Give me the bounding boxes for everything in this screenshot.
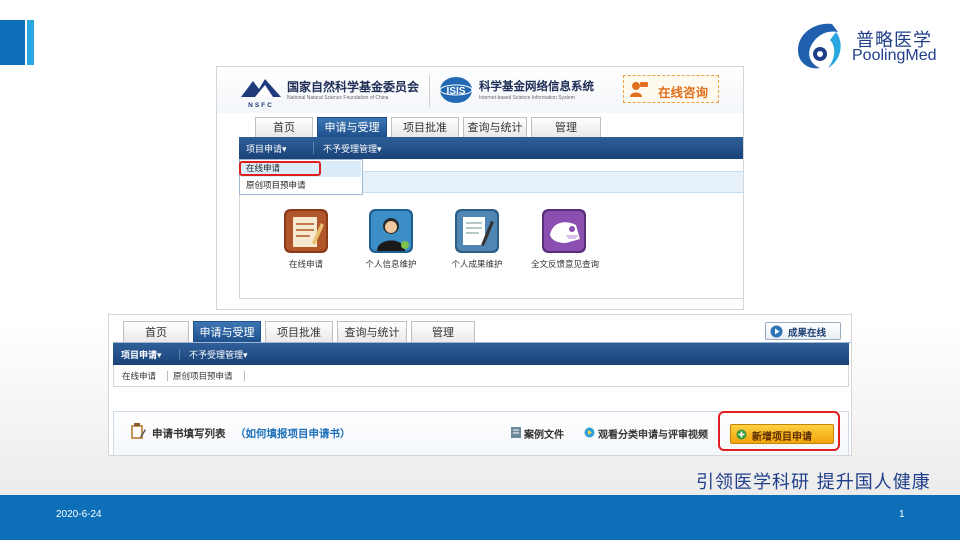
apply-page-screenshot: 首页 申请与受理 项目批准 查询与统计 管理 成果在线 项目申请▾ 不予受理管理… [108,314,852,456]
tab-query-stats[interactable]: 查询与统计 [337,321,407,343]
nsfc-logo-icon: NSFC [241,79,281,109]
clipboard-icon [131,423,146,439]
sub-navbar: 项目申请▾ 不予受理管理▾ [239,137,743,159]
review-video-link[interactable]: 观看分类申请与评审视频 [598,426,708,441]
tab-project-approval[interactable]: 项目批准 [391,117,459,137]
person-icon[interactable] [369,209,413,253]
tab-project-approval[interactable]: 项目批准 [265,321,333,343]
nav-rejection-manage[interactable]: 不予受理管理▾ [189,348,248,361]
play-circle-icon [584,427,595,438]
tab-manage[interactable]: 管理 [531,117,601,137]
sub-separator [167,371,168,381]
brand-logo: 普略医学 PoolingMed [792,20,952,72]
org-name-en: National Natural Science Foundation of C… [287,95,389,101]
nav-separator [179,349,180,360]
nav-rejection-manage[interactable]: 不予受理管理▾ [323,142,382,155]
nav-project-apply[interactable]: 项目申请▾ [246,142,287,155]
isis-header: NSFC 国家自然科学基金委员会 National Natural Scienc… [217,67,743,113]
isis-homepage-screenshot: NSFC 国家自然科学基金委员会 National Natural Scienc… [216,66,744,310]
isis-logo-text: ISIS [447,86,466,97]
title-accent-bar [0,20,25,65]
sub-item-online-apply[interactable]: 在线申请 [122,370,156,382]
online-consult-button[interactable]: 在线咨询 [623,75,719,103]
tab-query-stats[interactable]: 查询与统计 [463,117,527,137]
app-label-personal-results[interactable]: 个人成果维护 [432,258,522,270]
results-online-button[interactable]: 成果在线 [765,322,841,340]
app-label-feedback-query[interactable]: 全文反馈意见查询 [520,258,610,270]
slide-slogan: 引领医学科研 提升国人健康 [696,472,931,493]
nsfc-logo-abbr: NSFC [248,102,274,109]
slide-date: 2020-6-24 [56,509,102,520]
system-name-en: Internet-based Science Information Syste… [479,95,575,101]
how-to-fill-link[interactable]: （如何填报项目申请书） [235,426,351,441]
isis-logo-icon: ISIS [439,77,473,103]
brand-name-en: PoolingMed [852,47,937,64]
case-files-link[interactable]: 案例文件 [524,426,564,441]
slide-page-number: 1 [899,509,905,520]
app-label-personal-info[interactable]: 个人信息维护 [346,258,436,270]
new-application-highlight [718,411,840,451]
online-apply-highlight [239,161,321,176]
system-name-cn: 科学基金网络信息系统 [479,79,594,93]
nav-project-apply[interactable]: 项目申请▾ [121,348,162,361]
results-online-label: 成果在线 [788,328,827,339]
tab-home[interactable]: 首页 [123,321,189,343]
play-circle-icon [770,325,783,338]
notepad-icon[interactable] [284,209,328,253]
app-label-online-apply[interactable]: 在线申请 [261,258,351,270]
document-icon [511,427,521,438]
tab-manage[interactable]: 管理 [411,321,475,343]
tab-home[interactable]: 首页 [255,117,313,137]
sub-item-original-preapply[interactable]: 原创项目预申请 [173,370,233,382]
sub-navbar: 项目申请▾ 不予受理管理▾ [113,343,849,365]
sub-separator [244,371,245,381]
feedback-icon[interactable] [542,209,586,253]
tab-apply-accept[interactable]: 申请与受理 [317,117,387,137]
dropdown-item-original-preapply[interactable]: 原创项目预申请 [241,178,361,194]
title-accent-bar-light [27,20,34,65]
nav-separator [313,142,314,154]
document-pen-icon[interactable] [455,209,499,253]
form-list-title: 申请书填写列表 [152,428,226,440]
slide-footer: 2020-6-24 1 [0,495,960,540]
sub-menu-bar: 在线申请 原创项目预申请 [113,365,849,387]
chat-person-icon [630,82,648,97]
online-consult-label: 在线咨询 [658,85,709,100]
content-header-band [363,171,743,193]
tab-apply-accept[interactable]: 申请与受理 [193,321,261,343]
org-name-cn: 国家自然科学基金委员会 [287,80,420,94]
poolingmed-logo-icon [798,23,841,69]
header-divider [429,75,430,107]
